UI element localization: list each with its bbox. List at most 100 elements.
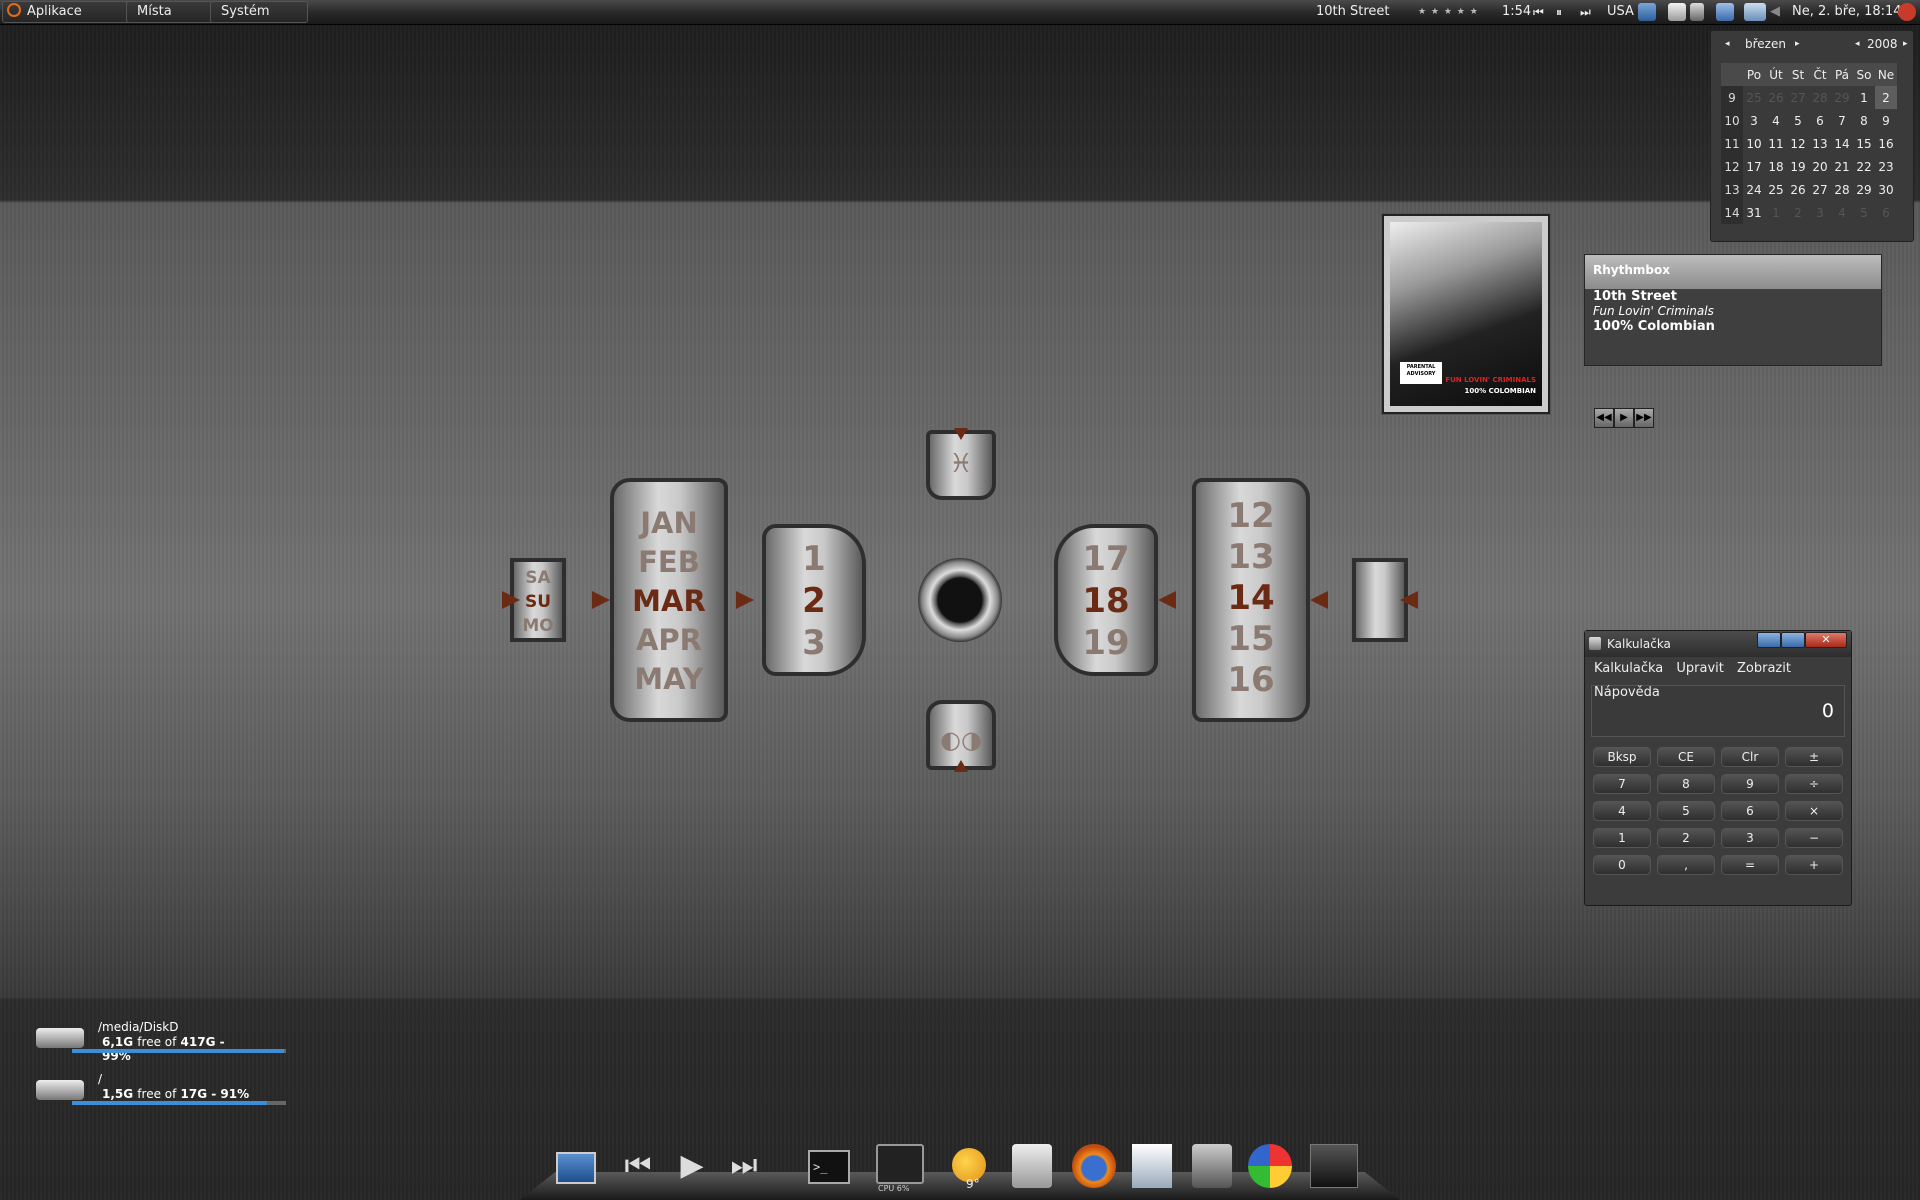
- menu-applications[interactable]: Aplikace: [2, 1, 132, 23]
- calendar-day[interactable]: 4: [1765, 109, 1787, 132]
- calculator-icon[interactable]: [1192, 1144, 1232, 1188]
- maximize-icon[interactable]: [1781, 632, 1805, 648]
- play-button[interactable]: ▶: [1614, 408, 1634, 428]
- next-year-icon[interactable]: ▸: [1903, 31, 1908, 57]
- terminal-icon[interactable]: >_: [808, 1150, 850, 1184]
- calendar-day[interactable]: 1: [1765, 201, 1787, 224]
- calendar-day[interactable]: 31: [1743, 201, 1765, 224]
- calendar-day[interactable]: 9: [1875, 109, 1897, 132]
- digit-4-button[interactable]: 4: [1593, 801, 1651, 821]
- clipboard-icon[interactable]: [1690, 3, 1704, 21]
- calendar-day[interactable]: 14: [1831, 132, 1853, 155]
- calendar-day[interactable]: 18: [1765, 155, 1787, 178]
- calendar-day[interactable]: 22: [1853, 155, 1875, 178]
- clear-button[interactable]: Clr: [1721, 747, 1779, 767]
- calendar-day[interactable]: 7: [1831, 109, 1853, 132]
- sign-button[interactable]: ±: [1785, 747, 1843, 767]
- mail-icon[interactable]: [1744, 3, 1766, 21]
- month-drum[interactable]: JAN FEB MAR APR MAY: [610, 478, 728, 722]
- calculator-titlebar[interactable]: Kalkulačka ✕: [1585, 631, 1851, 657]
- calendar-day[interactable]: 4: [1831, 201, 1853, 224]
- keyboard-layout[interactable]: USA: [1607, 0, 1634, 24]
- equals-button[interactable]: =: [1721, 855, 1779, 875]
- calendar-day[interactable]: 3: [1743, 109, 1765, 132]
- digit-8-button[interactable]: 8: [1657, 774, 1715, 794]
- minimize-icon[interactable]: [1757, 632, 1781, 648]
- calendar-day[interactable]: 6: [1809, 109, 1831, 132]
- day-drum[interactable]: 1 2 3: [762, 524, 866, 676]
- calendar-day[interactable]: 23: [1875, 155, 1897, 178]
- image-viewer-icon[interactable]: [1668, 3, 1686, 21]
- subtract-button[interactable]: −: [1785, 828, 1843, 848]
- digit-2-button[interactable]: 2: [1657, 828, 1715, 848]
- rewind-button[interactable]: ◀◀: [1594, 408, 1614, 428]
- calendar-day[interactable]: 27: [1809, 178, 1831, 201]
- calendar-day[interactable]: 24: [1743, 178, 1765, 201]
- next-month-icon[interactable]: ▸: [1795, 31, 1800, 57]
- calendar-day[interactable]: 10: [1743, 132, 1765, 155]
- calendar-day[interactable]: 27: [1787, 86, 1809, 109]
- disc-burner-icon[interactable]: [1012, 1144, 1052, 1188]
- calendar-day[interactable]: 6: [1875, 201, 1897, 224]
- calendar-day[interactable]: 28: [1831, 178, 1853, 201]
- picasa-icon[interactable]: [1248, 1144, 1292, 1188]
- menu-help[interactable]: Nápověda: [1594, 685, 1660, 700]
- calendar-day[interactable]: 15: [1853, 132, 1875, 155]
- calendar-day[interactable]: 2: [1787, 201, 1809, 224]
- rating-stars[interactable]: ★ ★ ★ ★ ★: [1418, 0, 1479, 24]
- show-desktop-icon[interactable]: [556, 1152, 596, 1184]
- calendar-day[interactable]: 25: [1743, 86, 1765, 109]
- calendar-day[interactable]: 8: [1853, 109, 1875, 132]
- prev-month-icon[interactable]: ◂: [1725, 31, 1730, 57]
- digit-7-button[interactable]: 7: [1593, 774, 1651, 794]
- calendar-day[interactable]: 11: [1765, 132, 1787, 155]
- digit-6-button[interactable]: 6: [1721, 801, 1779, 821]
- calendar-day[interactable]: 25: [1765, 178, 1787, 201]
- backspace-button[interactable]: Bksp: [1593, 747, 1651, 767]
- panel-clock[interactable]: Ne, 2. bře, 18:14: [1792, 0, 1902, 24]
- cpu-monitor-icon[interactable]: [876, 1144, 924, 1184]
- menu-system[interactable]: Systém: [210, 1, 308, 23]
- calendar-day[interactable]: 29: [1853, 178, 1875, 201]
- firefox-icon[interactable]: [1072, 1144, 1116, 1188]
- digit-1-button[interactable]: 1: [1593, 828, 1651, 848]
- calendar-day[interactable]: 28: [1809, 86, 1831, 109]
- hour-drum[interactable]: 12 13 14 15 16: [1192, 478, 1310, 722]
- calendar-day[interactable]: 21: [1831, 155, 1853, 178]
- next-track-icon[interactable]: ⏭: [722, 1144, 766, 1188]
- calendar-day-selected[interactable]: 2: [1875, 86, 1897, 109]
- calendar-day[interactable]: 3: [1809, 201, 1831, 224]
- digit-9-button[interactable]: 9: [1721, 774, 1779, 794]
- clock-center-knob[interactable]: [918, 558, 1002, 642]
- calendar-day[interactable]: 26: [1765, 86, 1787, 109]
- pause-icon[interactable]: ⏸: [1556, 0, 1562, 24]
- multiply-button[interactable]: ×: [1785, 801, 1843, 821]
- file-manager-icon[interactable]: [1132, 1144, 1172, 1188]
- close-icon[interactable]: ✕: [1805, 632, 1847, 648]
- previous-track-icon[interactable]: ⏮: [1533, 0, 1544, 24]
- menu-view[interactable]: Zobrazit: [1737, 661, 1791, 676]
- decimal-button[interactable]: ,: [1657, 855, 1715, 875]
- calendar-day[interactable]: 5: [1787, 109, 1809, 132]
- calendar-day[interactable]: 30: [1875, 178, 1897, 201]
- calendar-day[interactable]: 29: [1831, 86, 1853, 109]
- clear-entry-button[interactable]: CE: [1657, 747, 1715, 767]
- fast-forward-button[interactable]: ▶▶: [1634, 408, 1654, 428]
- calendar-day[interactable]: 17: [1743, 155, 1765, 178]
- digit-3-button[interactable]: 3: [1721, 828, 1779, 848]
- calendar-day[interactable]: 13: [1809, 132, 1831, 155]
- add-button[interactable]: +: [1785, 855, 1843, 875]
- menu-calculator[interactable]: Kalkulačka: [1594, 661, 1663, 676]
- calendar-day[interactable]: 1: [1853, 86, 1875, 109]
- calendar-day[interactable]: 20: [1809, 155, 1831, 178]
- power-icon[interactable]: [1898, 3, 1916, 21]
- network-icon[interactable]: [1638, 3, 1656, 21]
- menu-places[interactable]: Místa: [126, 1, 216, 23]
- previous-track-icon[interactable]: ⏮: [616, 1144, 660, 1188]
- display-icon[interactable]: [1716, 3, 1734, 21]
- divide-button[interactable]: ÷: [1785, 774, 1843, 794]
- next-track-icon[interactable]: ⏭: [1580, 0, 1591, 24]
- minute-drum[interactable]: 17 18 19: [1054, 524, 1158, 676]
- calendar-day[interactable]: 12: [1787, 132, 1809, 155]
- digit-0-button[interactable]: 0: [1593, 855, 1651, 875]
